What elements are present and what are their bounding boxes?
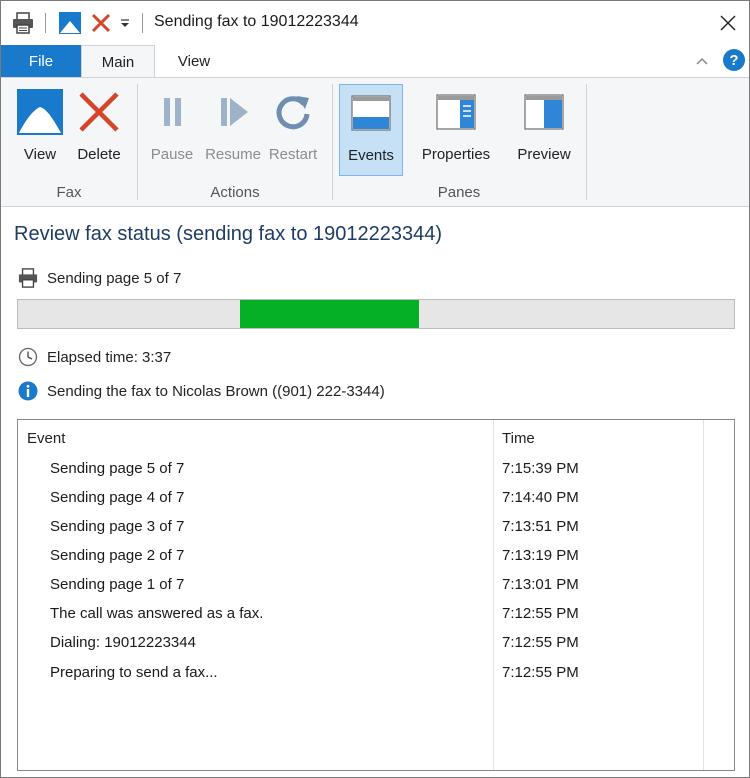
event-cell: Dialing: 19012223344 xyxy=(50,634,196,651)
events-pane-icon xyxy=(347,89,395,137)
tab-view[interactable]: View xyxy=(155,45,233,78)
time-cell: 7:14:40 PM xyxy=(502,489,579,506)
group-separator xyxy=(137,84,138,200)
group-separator xyxy=(586,84,587,200)
elapsed-time-row: Elapsed time: 3:37 xyxy=(17,346,171,368)
table-row[interactable]: Sending page 2 of 7 7:13:19 PM xyxy=(18,543,734,572)
customize-quick-access-dropdown-icon[interactable] xyxy=(116,11,134,35)
event-cell: Preparing to send a fax... xyxy=(50,664,218,681)
group-separator xyxy=(332,84,333,200)
time-cell: 7:12:55 PM xyxy=(502,605,579,622)
pause-icon xyxy=(148,88,196,136)
fax-printer-icon[interactable] xyxy=(11,11,35,35)
group-label-panes: Panes xyxy=(437,184,481,201)
progress-bar-fill xyxy=(240,300,419,328)
quick-access-separator xyxy=(45,13,46,33)
group-label-fax: Fax xyxy=(56,184,82,201)
preview-button-label: Preview xyxy=(517,146,571,163)
restart-icon xyxy=(269,88,317,136)
close-icon xyxy=(720,15,736,31)
event-cell: Sending page 1 of 7 xyxy=(50,576,185,593)
pause-button[interactable]: Pause xyxy=(147,84,197,176)
info-row: Sending the fax to Nicolas Brown ((901) … xyxy=(17,380,385,402)
view-button-label: View xyxy=(23,146,57,163)
info-text: Sending the fax to Nicolas Brown ((901) … xyxy=(47,382,385,400)
view-button[interactable]: View xyxy=(13,84,67,176)
close-window-button[interactable] xyxy=(711,7,745,39)
time-cell: 7:13:51 PM xyxy=(502,518,579,535)
picture-icon[interactable] xyxy=(58,11,82,35)
page-progress-text: Sending page 5 of 7 xyxy=(47,269,182,287)
table-row[interactable]: Sending page 4 of 7 7:14:40 PM xyxy=(18,485,734,514)
ribbon: View Delete Fax Pause Resume Restart Act… xyxy=(1,77,749,207)
resume-button[interactable]: Resume xyxy=(203,84,263,176)
restart-button[interactable]: Restart xyxy=(265,84,321,176)
page-progress-row: Sending page 5 of 7 xyxy=(17,267,181,289)
event-cell: Sending page 4 of 7 xyxy=(50,489,185,506)
event-cell: Sending page 3 of 7 xyxy=(50,518,185,535)
properties-pane-icon xyxy=(432,88,480,136)
event-cell: The call was answered as a fax. xyxy=(50,605,264,622)
time-cell: 7:12:55 PM xyxy=(502,634,579,651)
events-button-label: Events xyxy=(348,147,394,164)
ribbon-tabs: File Main View ? xyxy=(1,45,749,79)
red-x-icon[interactable] xyxy=(89,11,113,35)
properties-button[interactable]: Properties xyxy=(415,84,497,176)
group-label-actions: Actions xyxy=(210,184,260,201)
title-separator xyxy=(142,13,143,33)
resume-button-label: Resume xyxy=(205,146,261,163)
table-row[interactable]: Sending page 1 of 7 7:13:01 PM xyxy=(18,572,734,601)
restart-button-label: Restart xyxy=(268,146,318,163)
properties-button-label: Properties xyxy=(421,146,491,163)
picture-icon xyxy=(16,88,64,136)
preview-button[interactable]: Preview xyxy=(511,84,577,176)
pause-button-label: Pause xyxy=(150,146,194,163)
event-cell: Sending page 2 of 7 xyxy=(50,547,185,564)
minimize-ribbon-chevron-up-icon[interactable] xyxy=(693,53,711,71)
clock-icon xyxy=(17,346,39,368)
column-header-event[interactable]: Event xyxy=(27,420,65,456)
time-cell: 7:13:01 PM xyxy=(502,576,579,593)
event-cell: Sending page 5 of 7 xyxy=(50,460,185,477)
help-icon[interactable]: ? xyxy=(723,49,745,71)
window-title: Sending fax to 19012223344 xyxy=(154,13,359,30)
events-button[interactable]: Events xyxy=(339,84,403,176)
preview-pane-icon xyxy=(520,88,568,136)
fax-printer-icon xyxy=(17,267,39,289)
progress-bar xyxy=(17,299,735,329)
table-row[interactable]: The call was answered as a fax. 7:12:55 … xyxy=(18,601,734,630)
page-title: Review fax status (sending fax to 190122… xyxy=(14,223,443,245)
delete-button[interactable]: Delete xyxy=(71,84,127,176)
table-header: Event Time xyxy=(18,420,734,456)
red-x-icon xyxy=(75,88,123,136)
events-table[interactable]: Event Time Sending page 5 of 7 7:15:39 P… xyxy=(17,419,735,771)
time-cell: 7:13:19 PM xyxy=(502,547,579,564)
fax-status-window: Sending fax to 19012223344 File Main Vie… xyxy=(0,0,750,778)
elapsed-time-text: Elapsed time: 3:37 xyxy=(47,348,172,366)
title-bar: Sending fax to 19012223344 xyxy=(1,1,749,45)
column-header-time[interactable]: Time xyxy=(502,420,535,456)
time-cell: 7:15:39 PM xyxy=(502,460,579,477)
tab-file[interactable]: File xyxy=(1,45,81,78)
time-cell: 7:12:55 PM xyxy=(502,664,579,681)
table-row[interactable]: Dialing: 19012223344 7:12:55 PM xyxy=(18,630,734,659)
info-icon xyxy=(17,380,39,402)
resume-icon xyxy=(209,88,257,136)
tab-main[interactable]: Main xyxy=(81,45,155,79)
table-row[interactable]: Preparing to send a fax... 7:12:55 PM xyxy=(18,660,734,689)
table-row[interactable]: Sending page 3 of 7 7:13:51 PM xyxy=(18,514,734,543)
delete-button-label: Delete xyxy=(77,146,121,163)
table-row[interactable]: Sending page 5 of 7 7:15:39 PM xyxy=(18,456,734,485)
